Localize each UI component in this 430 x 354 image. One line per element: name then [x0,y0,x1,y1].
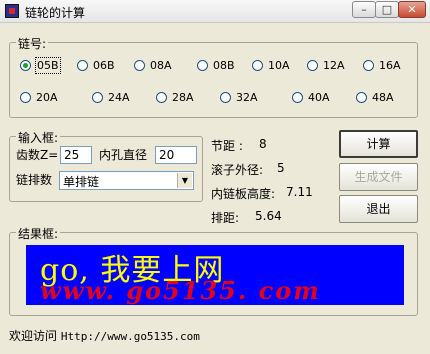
radio-40a-label[interactable]: 40A [308,90,330,105]
maximize-button[interactable]: □ [375,1,399,18]
title-bar[interactable]: 链轮的计算 – □ ✕ [0,0,430,23]
pitch-value: 8 [259,137,267,151]
bore-input[interactable]: 20 [155,146,197,164]
minimize-button[interactable]: – [352,1,376,18]
teeth-input[interactable]: 25 [60,146,92,164]
result-group-title: 结果框: [16,225,61,242]
radio-16a-label[interactable]: 16A [379,58,401,73]
row-spacing-label: 排距: [211,211,240,225]
row-spacing-value: 5.64 [255,209,282,223]
radio-10a-dot[interactable] [252,60,263,71]
input-group-title: 输入框: [16,129,61,146]
app-icon [5,4,19,18]
pitch-label: 节距 : [211,139,243,153]
radio-06b-dot[interactable] [77,60,88,71]
radio-12a-label[interactable]: 12A [323,58,345,73]
roller-diameter-label: 滚子外径: [211,163,264,177]
radio-08a-label[interactable]: 08A [150,58,172,73]
radio-05b-label[interactable]: 05B [35,57,61,74]
radio-32a-label[interactable]: 32A [236,90,258,105]
footer: 欢迎访问 Http://www.go5135.com [9,327,200,344]
radio-06b-label[interactable]: 06B [93,58,115,73]
chain-number-group-title: 链号: [16,35,49,52]
radio-05b-dot[interactable] [20,60,31,71]
radio-08a-dot[interactable] [134,60,145,71]
ad-banner[interactable]: go, 我要上网 www. go5135. com [26,245,404,305]
plate-height-label: 内链板高度: [211,187,276,201]
radio-24a-label[interactable]: 24A [108,90,130,105]
exit-button[interactable]: 退出 [339,195,418,223]
rows-label: 链排数 [16,173,53,187]
radio-24a-dot[interactable] [92,92,103,103]
main-window: 链轮的计算 – □ ✕ 链号: 05B 06B 08A 08B 10A 12A … [0,0,430,354]
generate-file-button[interactable]: 生成文件 [339,163,418,191]
radio-20a-dot[interactable] [20,92,31,103]
roller-diameter-value: 5 [277,161,285,175]
radio-48a-label[interactable]: 48A [372,90,394,105]
radio-08b-label[interactable]: 08B [213,58,235,73]
banner-url: www. go5135. com [40,276,321,305]
footer-welcome: 欢迎访问 [9,329,58,343]
radio-08b-dot[interactable] [197,60,208,71]
radio-28a-dot[interactable] [156,92,167,103]
radio-32a-dot[interactable] [220,92,231,103]
radio-12a-dot[interactable] [307,60,318,71]
teeth-label: 齿数Z= [16,148,59,162]
calculate-button[interactable]: 计算 [339,130,418,158]
rows-select-value: 单排链 [63,175,100,189]
radio-28a-label[interactable]: 28A [172,90,194,105]
chevron-down-icon[interactable]: ▼ [177,173,192,188]
plate-height-value: 7.11 [286,185,313,199]
radio-16a-dot[interactable] [363,60,374,71]
close-button[interactable]: ✕ [398,1,426,18]
radio-10a-label[interactable]: 10A [268,58,290,73]
radio-20a-label[interactable]: 20A [36,90,58,105]
footer-link[interactable]: Http://www.go5135.com [61,330,200,343]
window-title: 链轮的计算 [25,6,86,20]
radio-40a-dot[interactable] [292,92,303,103]
rows-select[interactable]: 单排链 ▼ [59,171,194,190]
radio-48a-dot[interactable] [356,92,367,103]
bore-label: 内孔直径 [99,148,148,162]
chain-number-group: 链号: [9,35,418,118]
